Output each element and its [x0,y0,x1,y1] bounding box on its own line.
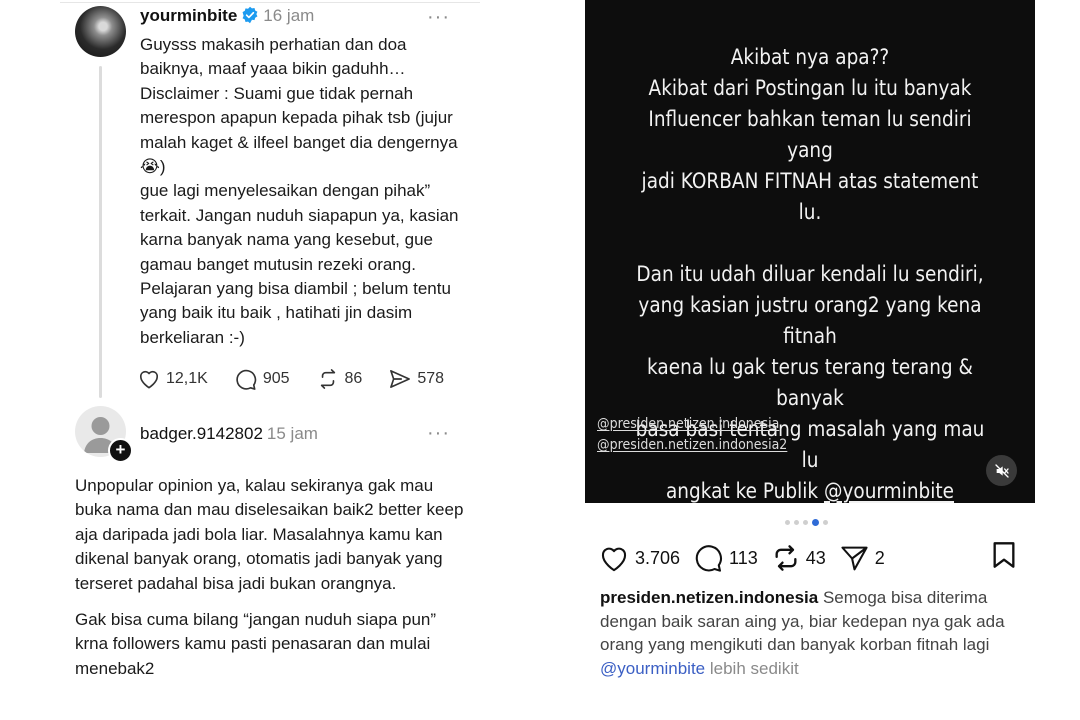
reply-body: Unpopular opinion ya, kalau sekiranya ga… [75,474,470,693]
comment-icon [695,545,722,572]
like-button[interactable]: 12,1K [138,369,208,389]
repost-button[interactable]: 86 [317,369,363,389]
image-text-prefix: angkat ke Publik [665,479,824,503]
image-tag: @presiden.netizen.indonesia [597,416,780,432]
threads-panel: yourminbite 16 jam ··· Guysss makasih per… [0,0,480,720]
image-text-line: Influencer bahkan teman lu sendiri yang [648,107,972,162]
share-count: 2 [874,547,885,568]
comment-button[interactable]: 905 [235,369,290,390]
more-options-icon[interactable]: ··· [427,7,450,27]
comment-icon [236,369,257,390]
save-button[interactable] [991,541,1017,574]
speaker-muted-icon [994,463,1009,478]
image-text-line: angkat ke Publik @yourminbite [628,476,992,507]
comment-button[interactable]: 113 [694,544,758,572]
heart-icon [140,370,158,389]
image-mention: @yourminbite [823,479,955,503]
image-tag: @presiden.netizen.indonesia2 [597,437,788,453]
avatar[interactable] [75,6,126,57]
image-text-line: kaena lu gak terus terang terang & banya… [647,355,973,410]
carousel-dot [823,520,828,525]
carousel-dot [794,520,799,525]
divider [60,2,480,3]
carousel-dot-active [812,519,819,526]
image-text-line: Dan itu udah diluar kendali lu sendiri, [636,262,984,286]
reply-header: badger.9142802 15 jam ··· [140,423,470,444]
like-count: 3.706 [635,547,681,568]
repost-count: 43 [805,547,826,568]
post-time: 16 jam [263,6,315,25]
heart-icon [601,547,627,571]
reply-paragraph: Gak bisa cuma bilang “jangan nuduh siapa… [75,610,437,678]
see-less-link[interactable]: lebih sedikit [705,659,799,678]
reply-paragraph: Unpopular opinion ya, kalau sekiranya ga… [75,476,464,593]
comment-count: 113 [729,547,758,568]
image-text-line: Akibat dari Postingan lu itu banyak [648,76,972,100]
caption-username[interactable]: presiden.netizen.indonesia [600,588,818,607]
reply-time: 15 jam [266,424,318,443]
thread-connector-line [99,66,102,398]
repost-icon [320,369,335,389]
share-button[interactable]: 578 [389,369,444,389]
verified-badge-icon [241,6,259,29]
repost-button[interactable]: 43 [772,544,826,572]
instagram-panel: Akibat nya apa?? Akibat dari Postingan l… [585,0,1035,720]
image-text-line: Akibat nya apa?? [730,45,890,69]
reply-username[interactable]: badger.9142802 [140,424,263,443]
more-options-icon[interactable]: ··· [427,423,450,443]
caption-mention[interactable]: @yourminbite [600,659,705,678]
share-button[interactable]: 2 [840,545,885,572]
ig-actions: 3.706 113 43 2 [599,540,1019,576]
carousel-dot [803,520,808,525]
image-text-line: yang kasian justru orang2 yang kena fitn… [638,293,982,348]
bookmark-icon [993,542,1015,568]
comment-count: 905 [262,370,290,387]
post-actions: 12,1K 905 86 578 [138,366,468,392]
mute-button[interactable] [986,455,1017,486]
image-tags: @presiden.netizen.indonesia @presiden.ne… [597,414,787,456]
like-count: 12,1K [166,370,208,387]
repost-count: 86 [344,370,363,387]
carousel-indicator [785,519,828,526]
send-icon [390,370,411,388]
repost-icon [775,545,797,571]
share-count: 578 [417,370,445,387]
post-username[interactable]: yourminbite [140,6,237,25]
post-header: yourminbite 16 jam ··· [140,6,470,29]
post-image[interactable]: Akibat nya apa?? Akibat dari Postingan l… [585,0,1035,503]
like-button[interactable]: 3.706 [599,545,680,572]
image-text-line: jadi KORBAN FITNAH atas statement lu. [641,169,979,224]
follow-plus-icon[interactable]: + [108,438,133,463]
caption: presiden.netizen.indonesia Semoga bisa d… [600,586,1030,680]
post-body: Guysss makasih perhatian dan doa baiknya… [140,35,459,347]
carousel-dot [785,520,790,525]
send-icon [841,546,868,570]
